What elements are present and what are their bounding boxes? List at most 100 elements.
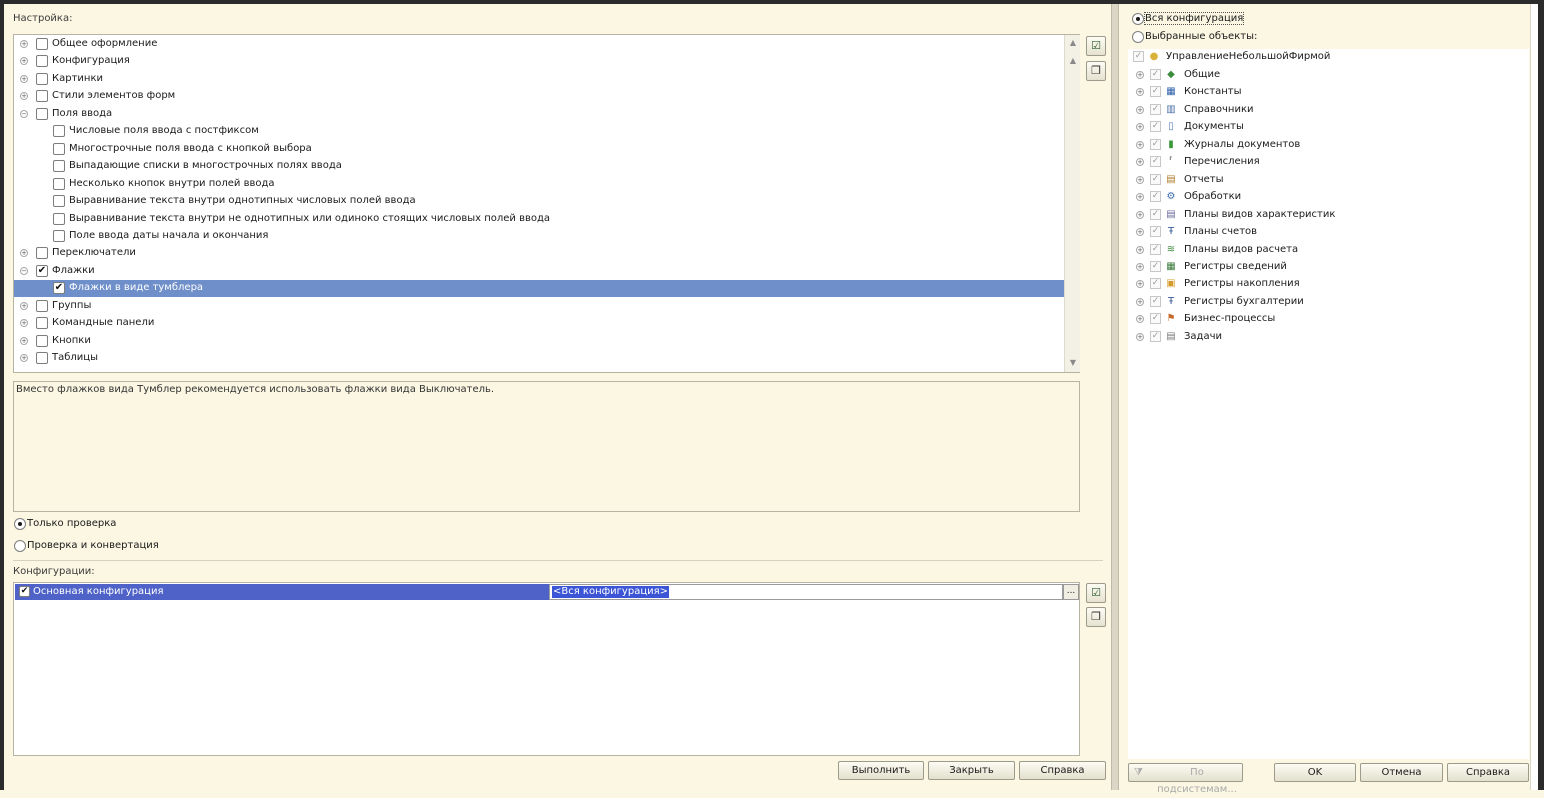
tree-item[interactable]: Несколько кнопок внутри полей ввода xyxy=(14,176,1064,193)
expand-icon[interactable]: + xyxy=(1136,140,1144,149)
objects-tree-item[interactable]: + ✓ ▦ Регистры сведений xyxy=(1128,259,1528,276)
tree-item[interactable]: Числовые поля ввода с постфиксом xyxy=(14,123,1064,140)
tree-item[interactable]: Выравнивание текста внутри не однотипных… xyxy=(14,211,1064,228)
right-help-button[interactable]: Справка xyxy=(1447,763,1529,782)
objects-tree-item-checkbox[interactable]: ✓ xyxy=(1150,295,1161,307)
expand-icon[interactable]: + xyxy=(1136,158,1144,167)
objects-tree-item[interactable]: + ✓ ◆ Общие xyxy=(1128,67,1528,84)
config-uncheck-all-button[interactable]: ❐ xyxy=(1086,607,1106,627)
tree-item[interactable]: − Поля ввода xyxy=(14,106,1064,123)
objects-tree-item-checkbox[interactable]: ✓ xyxy=(1150,278,1161,290)
expand-icon[interactable]: + xyxy=(20,336,28,345)
tree-item[interactable]: + Картинки xyxy=(14,71,1064,88)
collapse-icon[interactable]: − xyxy=(20,109,28,118)
expand-icon[interactable]: + xyxy=(20,249,28,258)
pane-splitter[interactable] xyxy=(1111,4,1119,790)
tree-item[interactable]: + Группы xyxy=(14,298,1064,315)
objects-tree-item[interactable]: + ✓ ▤ Планы видов характеристик xyxy=(1128,207,1528,224)
expand-icon[interactable]: + xyxy=(1136,175,1144,184)
objects-tree-item-checkbox[interactable]: ✓ xyxy=(1150,69,1161,80)
objects-tree[interactable]: ✓ ● УправлениеНебольшойФирмой + ✓ ◆ Общие + ✓… xyxy=(1128,49,1529,759)
tree-item[interactable]: ✔ Флажки в виде тумблера xyxy=(14,280,1064,298)
help-button[interactable]: Справка xyxy=(1019,761,1106,780)
collapse-icon[interactable]: − xyxy=(20,266,28,275)
cancel-button[interactable]: Отмена xyxy=(1360,763,1443,782)
objects-tree-item[interactable]: + ✓ ≋ Планы видов расчета xyxy=(1128,242,1528,259)
objects-tree-item[interactable]: + ✓ ▦ Константы xyxy=(1128,84,1528,101)
objects-tree-item-checkbox[interactable]: ✓ xyxy=(1150,121,1161,133)
run-button[interactable]: Выполнить xyxy=(838,761,924,780)
ok-button[interactable]: OK xyxy=(1274,763,1356,782)
expand-icon[interactable]: + xyxy=(20,354,28,363)
expand-icon[interactable]: + xyxy=(20,74,28,83)
check-all-button[interactable]: ☑ xyxy=(1086,36,1106,56)
expand-icon[interactable]: + xyxy=(1136,210,1144,219)
configuration-scope-field[interactable]: <Вся конфигурация> xyxy=(549,584,1063,600)
tree-item-checkbox[interactable] xyxy=(36,299,48,312)
objects-tree-item[interactable]: + ✓ ▥ Справочники xyxy=(1128,102,1528,119)
expand-icon[interactable]: + xyxy=(1136,88,1144,97)
expand-icon[interactable]: + xyxy=(1136,262,1144,271)
objects-tree-item-checkbox[interactable]: ✓ xyxy=(1150,313,1161,325)
tree-item[interactable]: + Командные панели xyxy=(14,315,1064,332)
radio-check-only[interactable] xyxy=(14,518,26,530)
tree-item-checkbox[interactable] xyxy=(36,90,48,103)
tree-item[interactable]: Поле ввода даты начала и окончания xyxy=(14,228,1064,245)
radio-selected-objects[interactable] xyxy=(1132,31,1144,43)
objects-tree-item[interactable]: + ✓ ⚑ Бизнес-процессы xyxy=(1128,311,1528,328)
settings-tree[interactable]: + Общее оформление + Конфигурация + Картинки +… xyxy=(13,34,1080,373)
expand-icon[interactable]: + xyxy=(20,92,28,101)
radio-check-and-convert-label[interactable]: Проверка и конвертация xyxy=(27,540,159,551)
expand-icon[interactable]: + xyxy=(1136,71,1144,79)
radio-check-only-label[interactable]: Только проверка xyxy=(27,518,116,529)
objects-tree-item-checkbox[interactable]: ✓ xyxy=(1150,191,1161,203)
objects-tree-item-checkbox[interactable]: ✓ xyxy=(1150,243,1161,255)
objects-tree-item[interactable]: + ✓ ▤ Задачи xyxy=(1128,329,1528,346)
tree-item-checkbox[interactable] xyxy=(36,334,48,347)
scroll-up-step-icon[interactable]: ▲ xyxy=(1067,55,1079,67)
objects-tree-item[interactable]: + ✓ ⸢ Перечисления xyxy=(1128,154,1528,171)
tree-item-checkbox[interactable] xyxy=(36,247,48,260)
radio-check-and-convert[interactable] xyxy=(14,540,26,552)
objects-tree-item-checkbox[interactable]: ✓ xyxy=(1150,138,1161,150)
table-row[interactable]: ✔ Основная конфигурация <Вся конфигураци… xyxy=(15,584,1079,600)
expand-icon[interactable]: + xyxy=(20,319,28,328)
tree-item-checkbox[interactable]: ✔ xyxy=(53,282,65,295)
tree-item-checkbox[interactable] xyxy=(53,125,65,138)
tree-item[interactable]: − ✔ Флажки xyxy=(14,263,1064,280)
objects-tree-item[interactable]: + ✓ ▮ Журналы документов xyxy=(1128,137,1528,154)
scroll-up-icon[interactable]: ▲ xyxy=(1067,37,1079,49)
tree-item-checkbox[interactable] xyxy=(53,160,65,173)
tree-item[interactable]: Многострочные поля ввода с кнопкой выбор… xyxy=(14,141,1064,158)
close-button[interactable]: Закрыть xyxy=(928,761,1015,780)
objects-tree-item-checkbox[interactable]: ✓ xyxy=(1150,330,1161,342)
expand-icon[interactable]: + xyxy=(20,40,28,48)
configuration-checkbox[interactable]: ✔ xyxy=(19,586,30,597)
settings-tree-scrollbar[interactable]: ▲ ▲ ▼ xyxy=(1064,35,1080,372)
tree-item-checkbox[interactable] xyxy=(36,38,48,50)
tree-item[interactable]: + Стили элементов форм xyxy=(14,88,1064,105)
expand-icon[interactable]: + xyxy=(1136,105,1144,114)
tree-item[interactable]: + Таблицы xyxy=(14,350,1064,367)
tree-item[interactable]: + Переключатели xyxy=(14,245,1064,262)
expand-icon[interactable]: + xyxy=(1136,280,1144,289)
objects-tree-item[interactable]: + ✓ ▯ Документы xyxy=(1128,119,1528,136)
tree-item-checkbox[interactable] xyxy=(36,317,48,330)
tree-item-checkbox[interactable] xyxy=(36,352,48,365)
objects-tree-item-checkbox[interactable]: ✓ xyxy=(1150,260,1161,272)
tree-item-checkbox[interactable] xyxy=(53,229,65,242)
objects-root-row[interactable]: ✓ ● УправлениеНебольшойФирмой xyxy=(1128,49,1528,66)
config-check-all-button[interactable]: ☑ xyxy=(1086,583,1106,603)
objects-tree-item[interactable]: + ✓ ▤ Отчеты xyxy=(1128,172,1528,189)
radio-selected-objects-label[interactable]: Выбранные объекты: xyxy=(1145,31,1257,42)
objects-tree-item[interactable]: + ✓ ▣ Регистры накопления xyxy=(1128,276,1528,293)
objects-tree-item-checkbox[interactable]: ✓ xyxy=(1150,156,1161,168)
tree-item[interactable]: Выпадающие списки в многострочных полях … xyxy=(14,158,1064,175)
objects-tree-item-checkbox[interactable]: ✓ xyxy=(1150,103,1161,115)
expand-icon[interactable]: + xyxy=(1136,193,1144,202)
configurations-table[interactable]: ✔ Основная конфигурация <Вся конфигураци… xyxy=(13,582,1080,756)
expand-icon[interactable]: + xyxy=(1136,332,1144,341)
objects-tree-item[interactable]: + ✓ ⚙ Обработки xyxy=(1128,189,1528,206)
configuration-name-cell[interactable]: ✔ Основная конфигурация xyxy=(15,584,549,600)
objects-tree-item[interactable]: + ✓ Ŧ Регистры бухгалтерии xyxy=(1128,294,1528,311)
